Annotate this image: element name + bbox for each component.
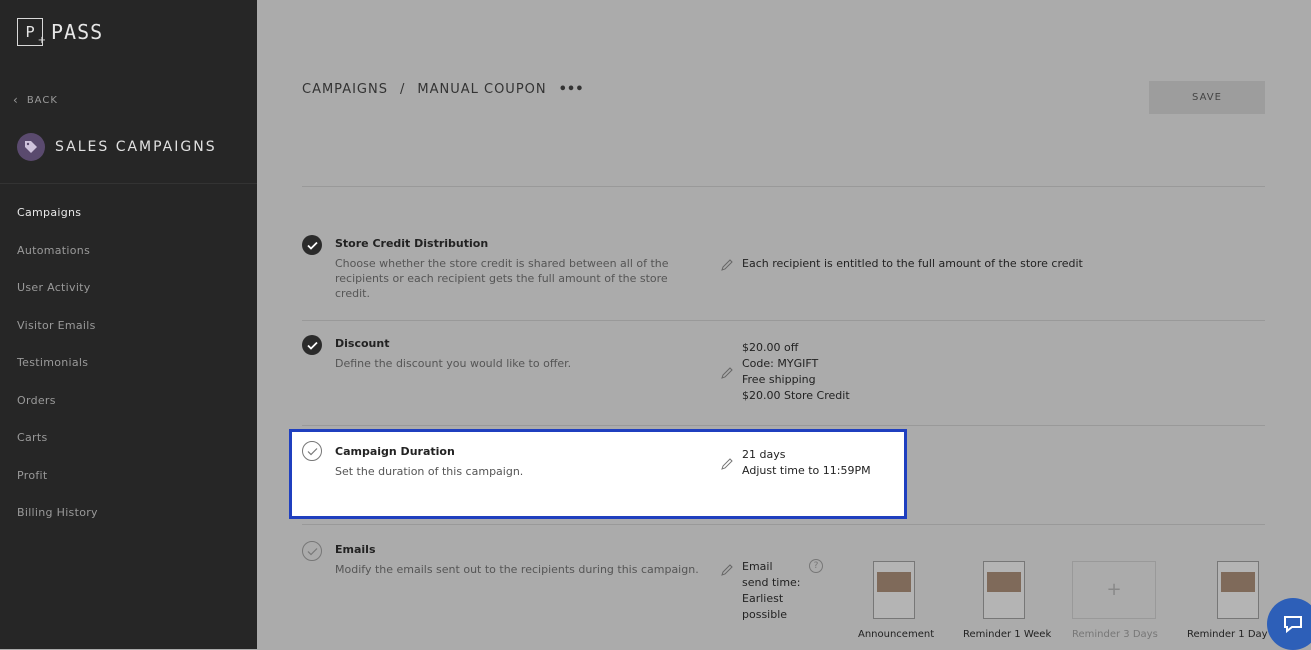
- email-thumb-label: Reminder 3 Days: [1072, 629, 1158, 640]
- chat-icon: [1284, 616, 1302, 634]
- email-thumb-label: Reminder 1 Day: [1187, 629, 1268, 640]
- step-description: Choose whether the store credit is share…: [335, 257, 669, 300]
- section-header: SALES CAMPAIGNS: [17, 133, 217, 161]
- row-divider: [302, 320, 1265, 321]
- email-preview[interactable]: [873, 561, 915, 619]
- sidebar-item-carts[interactable]: Carts: [17, 431, 98, 469]
- discount-code: Code: MYGIFT: [742, 357, 819, 370]
- step-description: Set the duration of this campaign.: [335, 465, 524, 478]
- step-campaign-duration[interactable]: Campaign Duration Set the duration of th…: [289, 429, 907, 519]
- sidebar-item-billing-history[interactable]: Billing History: [17, 506, 98, 544]
- back-label: BACK: [26, 94, 58, 106]
- section-title: SALES CAMPAIGNS: [55, 139, 217, 155]
- email-thumb-reminder-1-week[interactable]: Reminder 1 Week: [963, 561, 1051, 640]
- main-content: CAMPAIGNS / MANUAL COUPON ••• SAVE Store…: [257, 0, 1311, 649]
- check-complete-icon: [302, 335, 322, 355]
- check-pending-icon: [302, 541, 322, 561]
- edit-pencil-icon[interactable]: [720, 366, 734, 380]
- step-value: 21 days Adjust time to 11:59PM: [742, 447, 871, 479]
- duration-days: 21 days: [742, 448, 786, 461]
- tag-icon: [17, 133, 45, 161]
- step-title: Emails: [335, 543, 376, 556]
- save-button[interactable]: SAVE: [1149, 81, 1265, 114]
- email-send-time: Email send time: Earliest possible: [742, 560, 801, 621]
- step-title: Campaign Duration: [335, 445, 455, 458]
- breadcrumb: CAMPAIGNS / MANUAL COUPON •••: [302, 82, 584, 97]
- sidebar-item-testimonials[interactable]: Testimonials: [17, 356, 98, 394]
- discount-store-credit: $20.00 Store Credit: [742, 389, 850, 402]
- email-thumb-announcement[interactable]: Announcement: [858, 561, 934, 640]
- email-thumb-label: Announcement: [858, 629, 935, 640]
- email-thumb-label: Reminder 1 Week: [963, 629, 1052, 640]
- add-email-button[interactable]: +: [1072, 561, 1156, 619]
- row-divider: [302, 425, 1265, 426]
- logo[interactable]: P PASS: [17, 18, 104, 54]
- check-pending-icon: [302, 441, 322, 461]
- sidebar: P PASS ‹ BACK SALES CAMPAIGNS Campaigns …: [0, 0, 257, 649]
- sidebar-divider: [0, 183, 257, 184]
- step-value: Each recipient is entitled to the full a…: [742, 257, 1083, 270]
- sidebar-nav: Campaigns Automations User Activity Visi…: [17, 206, 98, 544]
- step-store-credit: Store Credit Distribution Choose whether…: [302, 235, 1265, 300]
- step-emails: Emails Modify the emails sent out to the…: [302, 541, 1268, 641]
- email-thumb-reminder-1-day[interactable]: Reminder 1 Day: [1187, 561, 1268, 640]
- edit-pencil-icon[interactable]: [720, 258, 734, 272]
- step-title: Discount: [335, 337, 390, 350]
- back-link[interactable]: ‹ BACK: [13, 93, 58, 107]
- step-discount: Discount Define the discount you would l…: [302, 335, 1265, 410]
- duration-adjust: Adjust time to 11:59PM: [742, 464, 871, 477]
- email-preview[interactable]: [1217, 561, 1259, 619]
- edit-pencil-icon[interactable]: [720, 563, 734, 577]
- sidebar-item-automations[interactable]: Automations: [17, 244, 98, 282]
- discount-amount: $20.00 off: [742, 341, 799, 354]
- email-thumb-reminder-3-days[interactable]: + Reminder 3 Days: [1072, 561, 1158, 640]
- breadcrumb-campaigns[interactable]: CAMPAIGNS: [302, 82, 388, 97]
- logo-text: PASS: [51, 20, 104, 44]
- breadcrumb-separator: /: [399, 82, 406, 97]
- step-description: Define the discount you would like to of…: [335, 357, 572, 370]
- help-icon[interactable]: ?: [809, 559, 823, 573]
- row-divider: [302, 524, 1265, 525]
- sidebar-item-orders[interactable]: Orders: [17, 394, 98, 432]
- more-options-icon[interactable]: •••: [559, 82, 584, 97]
- step-description: Modify the emails sent out to the recipi…: [335, 563, 699, 576]
- sidebar-item-visitor-emails[interactable]: Visitor Emails: [17, 319, 98, 357]
- chevron-left-icon: ‹: [13, 93, 19, 107]
- sidebar-item-profit[interactable]: Profit: [17, 469, 98, 507]
- chat-widget-button[interactable]: [1267, 598, 1311, 650]
- breadcrumb-manual-coupon: MANUAL COUPON: [417, 82, 547, 97]
- step-title: Store Credit Distribution: [335, 237, 489, 250]
- header-divider: [302, 186, 1265, 187]
- step-value: $20.00 off Code: MYGIFT Free shipping $2…: [742, 340, 850, 404]
- check-complete-icon: [302, 235, 322, 255]
- discount-shipping: Free shipping: [742, 373, 816, 386]
- edit-pencil-icon[interactable]: [720, 457, 734, 471]
- sidebar-item-user-activity[interactable]: User Activity: [17, 281, 98, 319]
- logo-mark: P: [17, 18, 46, 54]
- email-preview[interactable]: [983, 561, 1025, 619]
- sidebar-item-campaigns[interactable]: Campaigns: [17, 206, 98, 244]
